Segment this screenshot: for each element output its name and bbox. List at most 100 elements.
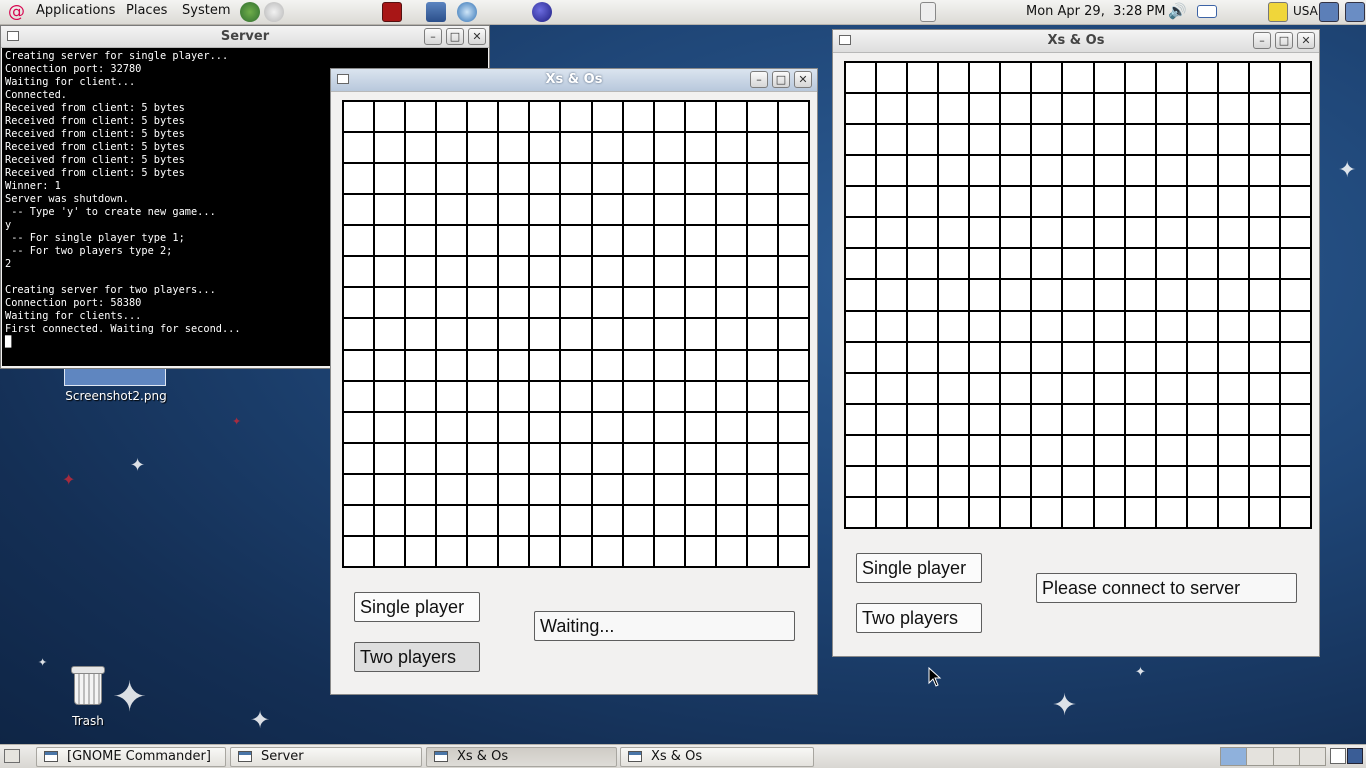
board-cell[interactable] <box>406 164 436 194</box>
maximize-button[interactable]: □ <box>446 28 464 45</box>
board-cell[interactable] <box>375 536 405 566</box>
board-cell[interactable] <box>1001 156 1031 186</box>
two-players-button[interactable]: Two players <box>354 642 480 672</box>
board-cell[interactable] <box>1125 63 1155 93</box>
board-cell[interactable] <box>778 195 808 225</box>
board-cell[interactable] <box>561 288 591 318</box>
board-cell[interactable] <box>778 319 808 349</box>
mail-launcher-icon[interactable] <box>264 2 284 22</box>
board-cell[interactable] <box>1280 373 1310 403</box>
terminal-launcher-icon[interactable] <box>382 2 402 22</box>
board-cell[interactable] <box>747 102 777 132</box>
board-cell[interactable] <box>970 466 1000 496</box>
board-cell[interactable] <box>1125 435 1155 465</box>
board-cell[interactable] <box>939 249 969 279</box>
board-cell[interactable] <box>1280 435 1310 465</box>
system-menu[interactable]: System <box>182 3 230 18</box>
board-cell[interactable] <box>530 288 560 318</box>
board-cell[interactable] <box>1094 373 1124 403</box>
workspace-1[interactable] <box>1221 748 1248 765</box>
board-cell[interactable] <box>685 505 715 535</box>
board-cell[interactable] <box>778 102 808 132</box>
board-cell[interactable] <box>375 350 405 380</box>
board-cell[interactable] <box>1218 125 1248 155</box>
board-cell[interactable] <box>1156 435 1186 465</box>
board-cell[interactable] <box>654 226 684 256</box>
board-cell[interactable] <box>623 164 653 194</box>
board-cell[interactable] <box>530 195 560 225</box>
network-icon[interactable] <box>1319 2 1339 22</box>
game-board[interactable] <box>844 61 1312 529</box>
minimize-button[interactable]: – <box>750 71 768 88</box>
board-cell[interactable] <box>468 133 498 163</box>
board-cell[interactable] <box>1187 218 1217 248</box>
board-cell[interactable] <box>344 350 374 380</box>
board-cell[interactable] <box>939 280 969 310</box>
board-cell[interactable] <box>1187 311 1217 341</box>
board-cell[interactable] <box>468 226 498 256</box>
board-cell[interactable] <box>908 125 938 155</box>
terminal-output[interactable]: Creating server for single player... Conn… <box>2 48 330 366</box>
trash-icon[interactable] <box>69 664 105 706</box>
board-cell[interactable] <box>437 443 467 473</box>
board-cell[interactable] <box>1187 63 1217 93</box>
board-cell[interactable] <box>778 443 808 473</box>
board-cell[interactable] <box>685 319 715 349</box>
clock[interactable]: Mon Apr 29, 3:28 PM <box>1026 4 1165 19</box>
board-cell[interactable] <box>1032 249 1062 279</box>
board-cell[interactable] <box>1125 156 1155 186</box>
board-cell[interactable] <box>1001 404 1031 434</box>
board-cell[interactable] <box>747 381 777 411</box>
board-cell[interactable] <box>468 164 498 194</box>
maximize-button[interactable]: □ <box>1275 32 1293 49</box>
board-cell[interactable] <box>530 319 560 349</box>
board-cell[interactable] <box>747 536 777 566</box>
board-cell[interactable] <box>1032 125 1062 155</box>
board-cell[interactable] <box>1063 156 1093 186</box>
board-cell[interactable] <box>1094 94 1124 124</box>
board-cell[interactable] <box>908 156 938 186</box>
board-cell[interactable] <box>1032 311 1062 341</box>
board-cell[interactable] <box>716 226 746 256</box>
board-cell[interactable] <box>1218 311 1248 341</box>
board-cell[interactable] <box>1218 249 1248 279</box>
board-cell[interactable] <box>375 257 405 287</box>
board-cell[interactable] <box>344 505 374 535</box>
board-cell[interactable] <box>846 218 876 248</box>
board-cell[interactable] <box>1280 218 1310 248</box>
board-cell[interactable] <box>530 257 560 287</box>
board-cell[interactable] <box>846 497 876 527</box>
board-cell[interactable] <box>1249 94 1279 124</box>
game-window-1-titlebar[interactable]: Xs & Os – □ ✕ <box>331 69 817 92</box>
board-cell[interactable] <box>468 443 498 473</box>
board-cell[interactable] <box>939 435 969 465</box>
board-cell[interactable] <box>468 319 498 349</box>
board-cell[interactable] <box>908 280 938 310</box>
board-cell[interactable] <box>561 536 591 566</box>
keyboard-icon[interactable] <box>1268 2 1288 22</box>
board-cell[interactable] <box>375 102 405 132</box>
board-cell[interactable] <box>1063 342 1093 372</box>
board-cell[interactable] <box>499 505 529 535</box>
board-cell[interactable] <box>1249 466 1279 496</box>
board-cell[interactable] <box>846 342 876 372</box>
board-cell[interactable] <box>846 466 876 496</box>
board-cell[interactable] <box>1187 156 1217 186</box>
board-cell[interactable] <box>1280 63 1310 93</box>
board-cell[interactable] <box>1125 311 1155 341</box>
board-cell[interactable] <box>592 350 622 380</box>
board-cell[interactable] <box>530 536 560 566</box>
board-cell[interactable] <box>716 412 746 442</box>
board-cell[interactable] <box>1156 466 1186 496</box>
board-cell[interactable] <box>437 164 467 194</box>
board-cell[interactable] <box>623 474 653 504</box>
board-cell[interactable] <box>1125 218 1155 248</box>
board-cell[interactable] <box>1218 94 1248 124</box>
board-cell[interactable] <box>877 435 907 465</box>
board-cell[interactable] <box>778 164 808 194</box>
board-cell[interactable] <box>1156 187 1186 217</box>
board-cell[interactable] <box>908 342 938 372</box>
board-cell[interactable] <box>685 443 715 473</box>
board-cell[interactable] <box>654 505 684 535</box>
board-cell[interactable] <box>877 63 907 93</box>
